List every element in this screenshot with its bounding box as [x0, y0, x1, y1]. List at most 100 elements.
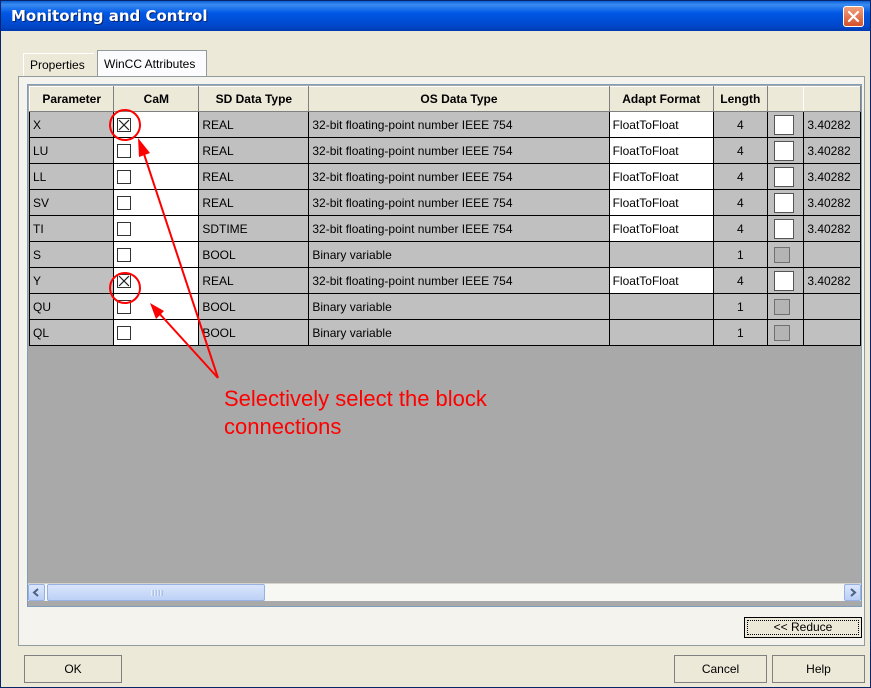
window-title: Monitoring and Control	[11, 7, 208, 25]
os-data-type-cell: 32-bit floating-point number IEEE 754	[308, 267, 610, 294]
cam-cell[interactable]	[113, 215, 200, 242]
sd-data-type-cell: SDTIME	[198, 215, 310, 242]
cam-cell[interactable]	[113, 293, 200, 320]
cam-checkbox-checked[interactable]	[117, 117, 132, 132]
table-row[interactable]: LU REAL 32-bit floating-point number IEEE …	[28, 137, 861, 164]
sd-data-type-cell: REAL	[198, 163, 310, 190]
arrow-right-icon	[850, 588, 857, 597]
adapt-format-cell[interactable]: FloatToFloat	[608, 111, 714, 138]
os-data-type-cell: 32-bit floating-point number IEEE 754	[308, 215, 610, 242]
length-cell: 4	[712, 163, 768, 190]
table-row[interactable]: Y REAL 32-bit floating-point number IEEE 7…	[28, 267, 861, 294]
arrow-left-icon	[32, 588, 39, 597]
option-checkbox[interactable]	[773, 114, 794, 135]
adapt-format-cell[interactable]: FloatToFloat	[608, 163, 714, 190]
cancel-button[interactable]: Cancel	[674, 655, 767, 683]
option-checkbox[interactable]	[773, 166, 794, 187]
cam-checkbox-checked[interactable]	[117, 273, 132, 288]
check-cross-icon	[118, 119, 130, 131]
limit-value-cell: 3.40282	[803, 111, 861, 138]
cam-cell[interactable]	[113, 163, 200, 190]
column-header-os-data-type[interactable]: OS Data Type	[308, 86, 610, 112]
cam-checkbox[interactable]	[117, 195, 132, 210]
option-checkbox-disabled	[773, 324, 790, 341]
adapt-format-cell[interactable]: FloatToFloat	[608, 189, 714, 216]
column-header-adapt-format[interactable]: Adapt Format	[608, 86, 714, 112]
option-checkbox[interactable]	[773, 270, 794, 291]
column-header-cam[interactable]: CaM	[113, 86, 200, 112]
cam-checkbox[interactable]	[117, 143, 132, 158]
length-cell: 4	[712, 189, 768, 216]
limit-value-cell: 3.40282	[803, 267, 861, 294]
tab-wincc-attributes[interactable]: WinCC Attributes	[97, 50, 207, 76]
cam-checkbox[interactable]	[117, 169, 132, 184]
os-data-type-cell: 32-bit floating-point number IEEE 754	[308, 189, 610, 216]
annotation-line-2: connections	[224, 414, 342, 439]
scroll-right-button[interactable]	[844, 584, 861, 601]
title-bar[interactable]: Monitoring and Control	[1, 1, 870, 31]
column-header-blank-1[interactable]	[766, 86, 804, 112]
column-header-sd-data-type[interactable]: SD Data Type	[198, 86, 310, 112]
sd-data-type-cell: BOOL	[198, 241, 310, 268]
help-button[interactable]: Help	[772, 655, 865, 683]
cam-checkbox[interactable]	[117, 325, 132, 340]
horizontal-scrollbar[interactable]	[28, 583, 861, 601]
check-cross-icon	[118, 275, 130, 287]
scroll-left-button[interactable]	[28, 584, 45, 601]
column-header-parameter[interactable]: Parameter	[28, 86, 115, 112]
adapt-format-cell	[608, 319, 714, 346]
cam-cell[interactable]	[113, 241, 200, 268]
column-header-blank-2[interactable]	[803, 86, 861, 112]
adapt-format-cell[interactable]: FloatToFloat	[608, 267, 714, 294]
adapt-format-cell[interactable]: FloatToFloat	[608, 137, 714, 164]
length-cell: 1	[712, 319, 768, 346]
limit-value-cell: 3.40282	[803, 163, 861, 190]
sd-data-type-cell: REAL	[198, 267, 310, 294]
table-row[interactable]: TI SDTIME 32-bit floating-point number IEE…	[28, 215, 861, 242]
close-icon	[847, 10, 860, 23]
adapt-format-cell[interactable]: FloatToFloat	[608, 215, 714, 242]
ok-button[interactable]: OK	[24, 655, 122, 683]
length-cell: 4	[712, 267, 768, 294]
attributes-table: Parameter CaM SD Data Type OS Data Type …	[28, 86, 861, 346]
reduce-button[interactable]: << Reduce	[744, 617, 862, 638]
option-checkbox[interactable]	[773, 192, 794, 213]
option-checkbox[interactable]	[773, 140, 794, 161]
scroll-thumb[interactable]	[47, 584, 265, 601]
reduce-button-label: << Reduce	[773, 620, 833, 634]
tab-properties[interactable]: Properties	[23, 53, 94, 76]
table-row[interactable]: X REAL 32-bit floating-point number IEEE 7…	[28, 111, 861, 138]
limit-value-cell: 3.40282	[803, 137, 861, 164]
option-checkbox-cell[interactable]	[766, 215, 805, 242]
option-checkbox-cell[interactable]	[766, 163, 805, 190]
cam-checkbox[interactable]	[117, 221, 132, 236]
parameter-cell: QU	[28, 293, 115, 320]
option-checkbox-cell	[766, 293, 805, 320]
os-data-type-cell: Binary variable	[308, 319, 610, 346]
option-checkbox-cell[interactable]	[766, 267, 805, 294]
table-row[interactable]: LL REAL 32-bit floating-point number IEEE …	[28, 163, 861, 190]
option-checkbox-disabled	[773, 298, 790, 315]
column-header-length[interactable]: Length	[712, 86, 768, 112]
sd-data-type-cell: BOOL	[198, 293, 310, 320]
parameter-cell: QL	[28, 319, 115, 346]
cam-cell[interactable]	[113, 319, 200, 346]
cam-cell[interactable]	[113, 137, 200, 164]
close-button[interactable]	[843, 6, 864, 27]
option-checkbox-cell[interactable]	[766, 111, 805, 138]
option-checkbox-cell[interactable]	[766, 189, 805, 216]
annotation-line-1: Selectively select the block	[224, 386, 487, 411]
table-row[interactable]: QL BOOL Binary variable 1	[28, 319, 861, 346]
cam-cell[interactable]	[113, 189, 200, 216]
cam-cell[interactable]	[113, 111, 200, 138]
cam-cell[interactable]	[113, 267, 200, 294]
length-cell: 4	[712, 137, 768, 164]
option-checkbox[interactable]	[773, 218, 794, 239]
table-row[interactable]: SV REAL 32-bit floating-point number IEEE …	[28, 189, 861, 216]
table-row[interactable]: QU BOOL Binary variable 1	[28, 293, 861, 320]
table-row[interactable]: S BOOL Binary variable 1	[28, 241, 861, 268]
option-checkbox-cell[interactable]	[766, 137, 805, 164]
cam-checkbox[interactable]	[117, 299, 132, 314]
cam-checkbox[interactable]	[117, 247, 132, 262]
limit-value-cell	[803, 293, 861, 320]
